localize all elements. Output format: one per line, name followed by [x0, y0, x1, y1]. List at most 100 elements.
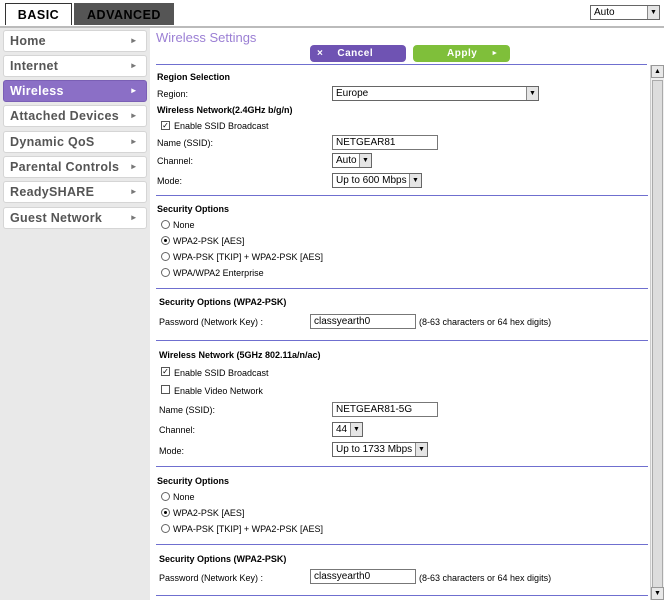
chevron-right-icon: ► [129, 36, 138, 45]
sidebar-item-label: Internet [10, 59, 59, 73]
sidebar-item-home[interactable]: Home ► [3, 30, 147, 52]
sidebar-item-parental-controls[interactable]: Parental Controls ► [3, 156, 147, 178]
close-icon: × [317, 48, 324, 59]
ssid-broadcast-5-label: Enable SSID Broadcast [174, 368, 269, 378]
channel-5-label: Channel: [159, 425, 196, 435]
wifi24-heading: Wireless Network(2.4GHz b/g/n) [157, 105, 293, 115]
section-divider [156, 544, 648, 545]
chevron-right-icon: ► [129, 111, 138, 120]
video-network-checkbox[interactable] [161, 385, 170, 394]
security24-heading: Security Options [157, 204, 230, 214]
section-divider [156, 288, 648, 289]
section-divider [156, 340, 648, 341]
sidebar-item-label: ReadySHARE [10, 185, 95, 199]
security5-mixed-radio[interactable] [161, 524, 170, 533]
ssid-24-label: Name (SSID): [157, 138, 214, 148]
chevron-down-icon: ▼ [359, 154, 371, 167]
security24-psk-heading: Security Options (WPA2-PSK) [159, 297, 287, 307]
main-content: Wireless Settings × Cancel Apply ► ▲ ▼ R… [150, 28, 664, 600]
password-5-input[interactable]: classyearth0 [310, 569, 416, 584]
header-divider [156, 64, 647, 65]
security5-wpa2-label: WPA2-PSK [AES] [173, 508, 245, 518]
sidebar-item-internet[interactable]: Internet ► [3, 55, 147, 77]
channel-5-select[interactable]: 44 ▼ [332, 422, 363, 437]
mode-24-value: Up to 600 Mbps [336, 175, 407, 186]
region-heading: Region Selection [157, 72, 231, 82]
chevron-right-icon: ► [129, 137, 138, 146]
channel-24-label: Channel: [157, 156, 194, 166]
sidebar-item-readyshare[interactable]: ReadySHARE ► [3, 181, 147, 203]
video-network-label: Enable Video Network [174, 386, 263, 396]
security24-mixed-label: WPA-PSK [TKIP] + WPA2-PSK [AES] [173, 252, 323, 262]
ssid-5-label: Name (SSID): [159, 405, 216, 415]
sidebar: Home ► Internet ► Wireless ► Attached De… [0, 28, 150, 600]
section-divider [156, 595, 648, 596]
scroll-thumb[interactable] [652, 80, 663, 594]
channel-24-select[interactable]: Auto ▼ [332, 153, 372, 168]
sidebar-item-label: Attached Devices [10, 109, 120, 123]
chevron-right-icon: ► [129, 213, 138, 222]
chevron-down-icon: ▼ [350, 423, 362, 436]
tab-advanced[interactable]: ADVANCED [74, 3, 174, 25]
sidebar-item-wireless[interactable]: Wireless ► [3, 80, 147, 102]
sidebar-item-dynamic-qos[interactable]: Dynamic QoS ► [3, 131, 147, 153]
cancel-button[interactable]: × Cancel [310, 45, 406, 62]
scroll-down-icon[interactable]: ▼ [651, 587, 664, 600]
chevron-down-icon: ▼ [409, 174, 421, 187]
wifi5-heading: Wireless Network (5GHz 802.11a/n/ac) [159, 350, 321, 360]
top-bar: BASIC ADVANCED Auto ▼ [0, 0, 664, 28]
ssid-24-input[interactable]: NETGEAR81 [332, 135, 438, 150]
tab-basic[interactable]: BASIC [5, 3, 72, 25]
security24-wpa2-radio[interactable] [161, 236, 170, 245]
security24-none-label: None [173, 220, 195, 230]
sidebar-item-label: Guest Network [10, 211, 103, 225]
security24-mixed-radio[interactable] [161, 252, 170, 261]
ssid-5-input[interactable]: NETGEAR81-5G [332, 402, 438, 417]
security24-wpa2-label: WPA2-PSK [AES] [173, 236, 245, 246]
scroll-up-icon[interactable]: ▲ [651, 65, 664, 78]
ssid-broadcast-5-checkbox[interactable]: ✓ [161, 367, 170, 376]
security5-psk-heading: Security Options (WPA2-PSK) [159, 554, 287, 564]
chevron-down-icon: ▼ [647, 6, 659, 19]
security5-none-label: None [173, 492, 195, 502]
mode-24-label: Mode: [157, 176, 183, 186]
chevron-down-icon: ▼ [526, 87, 538, 100]
security24-enterprise-radio[interactable] [161, 268, 170, 277]
section-divider [156, 466, 648, 467]
cancel-label: Cancel [337, 48, 374, 59]
password-24-label: Password (Network Key) : [159, 317, 264, 327]
mode-5-label: Mode: [159, 446, 185, 456]
mode-24-select[interactable]: Up to 600 Mbps ▼ [332, 173, 422, 188]
password-24-hint: (8-63 characters or 64 hex digits) [419, 317, 552, 327]
mode-5-value: Up to 1733 Mbps [336, 444, 413, 455]
security5-none-radio[interactable] [161, 492, 170, 501]
ssid-broadcast-24-label: Enable SSID Broadcast [174, 121, 269, 131]
security24-none-radio[interactable] [161, 220, 170, 229]
channel-5-value: 44 [336, 424, 348, 435]
sidebar-item-guest-network[interactable]: Guest Network ► [3, 207, 147, 229]
region-label: Region: [157, 89, 189, 99]
password-24-input[interactable]: classyearth0 [310, 314, 416, 329]
security24-enterprise-label: WPA/WPA2 Enterprise [173, 268, 264, 278]
security5-mixed-label: WPA-PSK [TKIP] + WPA2-PSK [AES] [173, 524, 323, 534]
sidebar-item-label: Home [10, 34, 46, 48]
channel-24-value: Auto [336, 155, 357, 166]
region-select[interactable]: Europe ▼ [332, 86, 539, 101]
apply-button[interactable]: Apply ► [413, 45, 510, 62]
sidebar-item-label: Dynamic QoS [10, 135, 95, 149]
mode-5-select[interactable]: Up to 1733 Mbps ▼ [332, 442, 428, 457]
section-divider [156, 195, 648, 196]
apply-label: Apply [447, 48, 478, 59]
chevron-right-icon: ► [129, 187, 138, 196]
security5-heading: Security Options [157, 476, 230, 486]
chevron-down-icon: ▼ [415, 443, 427, 456]
language-select[interactable]: Auto ▼ [590, 5, 660, 20]
arrow-right-icon: ► [491, 50, 499, 57]
scrollbar[interactable]: ▲ ▼ [650, 65, 664, 600]
sidebar-item-attached-devices[interactable]: Attached Devices ► [3, 105, 147, 127]
security5-wpa2-radio[interactable] [161, 508, 170, 517]
ssid-broadcast-24-checkbox[interactable]: ✓ [161, 121, 170, 130]
password-5-label: Password (Network Key) : [159, 573, 264, 583]
region-value: Europe [336, 88, 369, 99]
chevron-right-icon: ► [129, 61, 138, 70]
